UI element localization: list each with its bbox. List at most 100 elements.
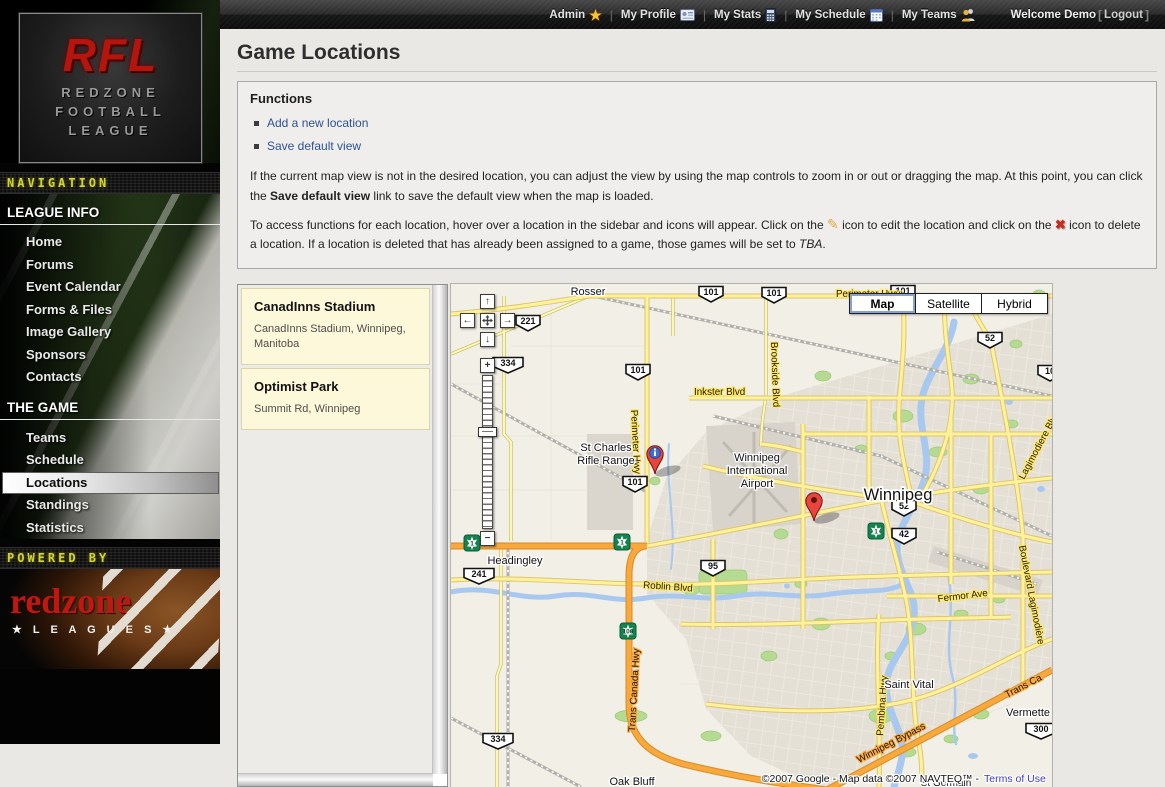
- sidebar-item-forums[interactable]: Forums: [0, 254, 220, 277]
- svg-text:10: 10: [1045, 366, 1052, 376]
- list-item: Add a new location: [250, 112, 1144, 135]
- sidebar-item-schedule[interactable]: Schedule: [0, 449, 220, 472]
- zoom-slider-track[interactable]: [482, 375, 493, 529]
- zoom-in-button[interactable]: +: [480, 358, 495, 373]
- svg-text:101: 101: [766, 288, 781, 298]
- calculator-icon: [765, 8, 776, 22]
- league-logo-abbr: RFL: [63, 35, 158, 76]
- pan-right-button[interactable]: →: [500, 313, 515, 328]
- svg-text:Inkster Blvd: Inkster Blvd: [694, 387, 745, 398]
- profile-card-icon: [680, 9, 695, 21]
- sidebar-item-sponsors[interactable]: Sponsors: [0, 344, 220, 367]
- locations-list: CanadInns Stadium CanadInns Stadium, Win…: [238, 285, 433, 774]
- content-row: CanadInns Stadium CanadInns Stadium, Win…: [237, 284, 1157, 787]
- svg-text:Brookside Blvd: Brookside Blvd: [768, 342, 781, 408]
- svg-text:International: International: [727, 465, 788, 477]
- people-icon: [961, 8, 976, 22]
- pan-center-icon: [482, 315, 493, 326]
- hybrid-button[interactable]: Hybrid: [982, 293, 1048, 314]
- svg-text:Airport: Airport: [741, 478, 773, 490]
- topbar-separator: |: [610, 8, 613, 22]
- map-copyright: ©2007 Google - Map data ©2007 NAVTEQ™ - …: [762, 773, 1046, 785]
- my-teams-label: My Teams: [902, 9, 957, 21]
- map-type-buttons: Map Satellite Hybrid: [849, 293, 1048, 314]
- map-canvas[interactable]: 221 334 101 101 101 101 101 52 10 52 42 …: [451, 284, 1052, 787]
- para1-bold: Save default view: [270, 189, 370, 203]
- sidebar-item-home[interactable]: Home: [0, 231, 220, 254]
- topbar-separator: |: [784, 8, 787, 22]
- navigation-banner: NAVIGATION: [0, 172, 220, 194]
- sidebar-item-event-calendar[interactable]: Event Calendar: [0, 276, 220, 299]
- trans-canada-shield: 1: [614, 534, 630, 550]
- topbar-my-profile-link[interactable]: My Profile: [621, 9, 695, 21]
- edit-pencil-icon: [827, 217, 839, 231]
- sidebar-nav: LEAGUE INFO Home Forums Event Calendar F…: [0, 194, 220, 539]
- svg-text:1: 1: [470, 541, 474, 548]
- para2-text: icon to edit the location and click on t…: [839, 218, 1055, 232]
- location-card-canadinns[interactable]: CanadInns Stadium CanadInns Stadium, Win…: [241, 288, 430, 365]
- svg-text:42: 42: [899, 529, 909, 539]
- redzone-logo-name: redzone: [10, 585, 131, 617]
- delete-x-icon: [1055, 218, 1066, 231]
- league-logo-line2: FOOTBALL: [55, 103, 166, 122]
- map-button[interactable]: Map: [849, 293, 916, 314]
- trans-canada-shield: 100: [620, 623, 636, 639]
- horizontal-scrollbar[interactable]: [238, 773, 433, 786]
- sidebar-item-image-gallery[interactable]: Image Gallery: [0, 321, 220, 344]
- my-stats-label: My Stats: [714, 9, 761, 21]
- sidebar-item-forms-files[interactable]: Forms & Files: [0, 299, 220, 322]
- add-location-link[interactable]: Add a new location: [267, 112, 368, 135]
- svg-text:101: 101: [627, 477, 642, 487]
- location-name: CanadInns Stadium: [254, 299, 419, 314]
- pan-left-button[interactable]: ←: [460, 313, 475, 328]
- pan-down-button[interactable]: ↓: [480, 332, 495, 347]
- satellite-button[interactable]: Satellite: [916, 293, 982, 314]
- tba-text: TBA: [799, 237, 822, 251]
- trans-canada-shield: 1: [868, 523, 884, 539]
- league-logo-zone: RFL REDZONE FOOTBALL LEAGUE: [0, 0, 220, 163]
- terms-of-use-link[interactable]: Terms of Use: [984, 773, 1046, 785]
- svg-text:Oak Bluff: Oak Bluff: [609, 776, 655, 787]
- redzone-leagues-logo: redzone ★ L E A G U E S ★: [0, 569, 220, 669]
- admin-label: Admin: [549, 9, 585, 21]
- svg-text:1: 1: [620, 540, 624, 547]
- svg-text:Winnipeg: Winnipeg: [734, 452, 780, 464]
- bullet-icon: [254, 144, 259, 149]
- svg-text:101: 101: [630, 365, 645, 375]
- functions-heading: Functions: [250, 91, 1144, 106]
- bullet-icon: [254, 121, 259, 126]
- sidebar-item-locations[interactable]: Locations: [2, 472, 219, 495]
- svg-text:100: 100: [623, 629, 634, 636]
- sidebar-item-statistics[interactable]: Statistics: [0, 517, 220, 540]
- logout-link[interactable]: Logout: [1104, 9, 1143, 21]
- topbar: Admin ★ | My Profile | My Stats | My Sch…: [220, 0, 1165, 29]
- svg-text:334: 334: [500, 358, 515, 368]
- location-card-optimist-park[interactable]: Optimist Park Summit Rd, Winnipeg: [241, 368, 430, 430]
- save-default-view-link[interactable]: Save default view: [267, 135, 361, 158]
- sidebar-item-standings[interactable]: Standings: [0, 494, 220, 517]
- topbar-my-stats-link[interactable]: My Stats: [714, 8, 776, 22]
- welcome-text: Welcome Demo: [1011, 9, 1096, 21]
- svg-text:Vermette: Vermette: [1006, 707, 1050, 719]
- map-container[interactable]: 221 334 101 101 101 101 101 52 10 52 42 …: [451, 284, 1052, 787]
- svg-text:Rosser: Rosser: [571, 286, 606, 298]
- topbar-my-teams-link[interactable]: My Teams: [902, 8, 976, 22]
- svg-text:52: 52: [985, 333, 995, 343]
- zoom-out-button[interactable]: −: [480, 531, 495, 546]
- svg-text:300: 300: [1033, 724, 1048, 734]
- topbar-admin-link[interactable]: Admin ★: [549, 8, 601, 22]
- pan-up-button[interactable]: ↑: [480, 294, 495, 309]
- svg-text:©2007 Google - Map data ©2007: ©2007 Google - Map data ©2007 NAVTEQ™ -: [762, 773, 980, 785]
- functions-box: Functions Add a new location Save defaul…: [237, 81, 1157, 269]
- main-content: Game Locations Functions Add a new locat…: [220, 29, 1165, 743]
- calendar-icon: [870, 8, 883, 22]
- list-item: Save default view: [250, 135, 1144, 158]
- topbar-my-schedule-link[interactable]: My Schedule: [795, 8, 882, 22]
- sidebar-item-teams[interactable]: Teams: [0, 427, 220, 450]
- zoom-slider-thumb[interactable]: [478, 427, 497, 437]
- vertical-scrollbar[interactable]: [432, 285, 447, 774]
- sidebar-item-contacts[interactable]: Contacts: [0, 366, 220, 389]
- pan-center-button[interactable]: [480, 313, 495, 328]
- locations-panel: CanadInns Stadium CanadInns Stadium, Win…: [237, 284, 448, 787]
- svg-text:Saint Vital: Saint Vital: [884, 679, 933, 691]
